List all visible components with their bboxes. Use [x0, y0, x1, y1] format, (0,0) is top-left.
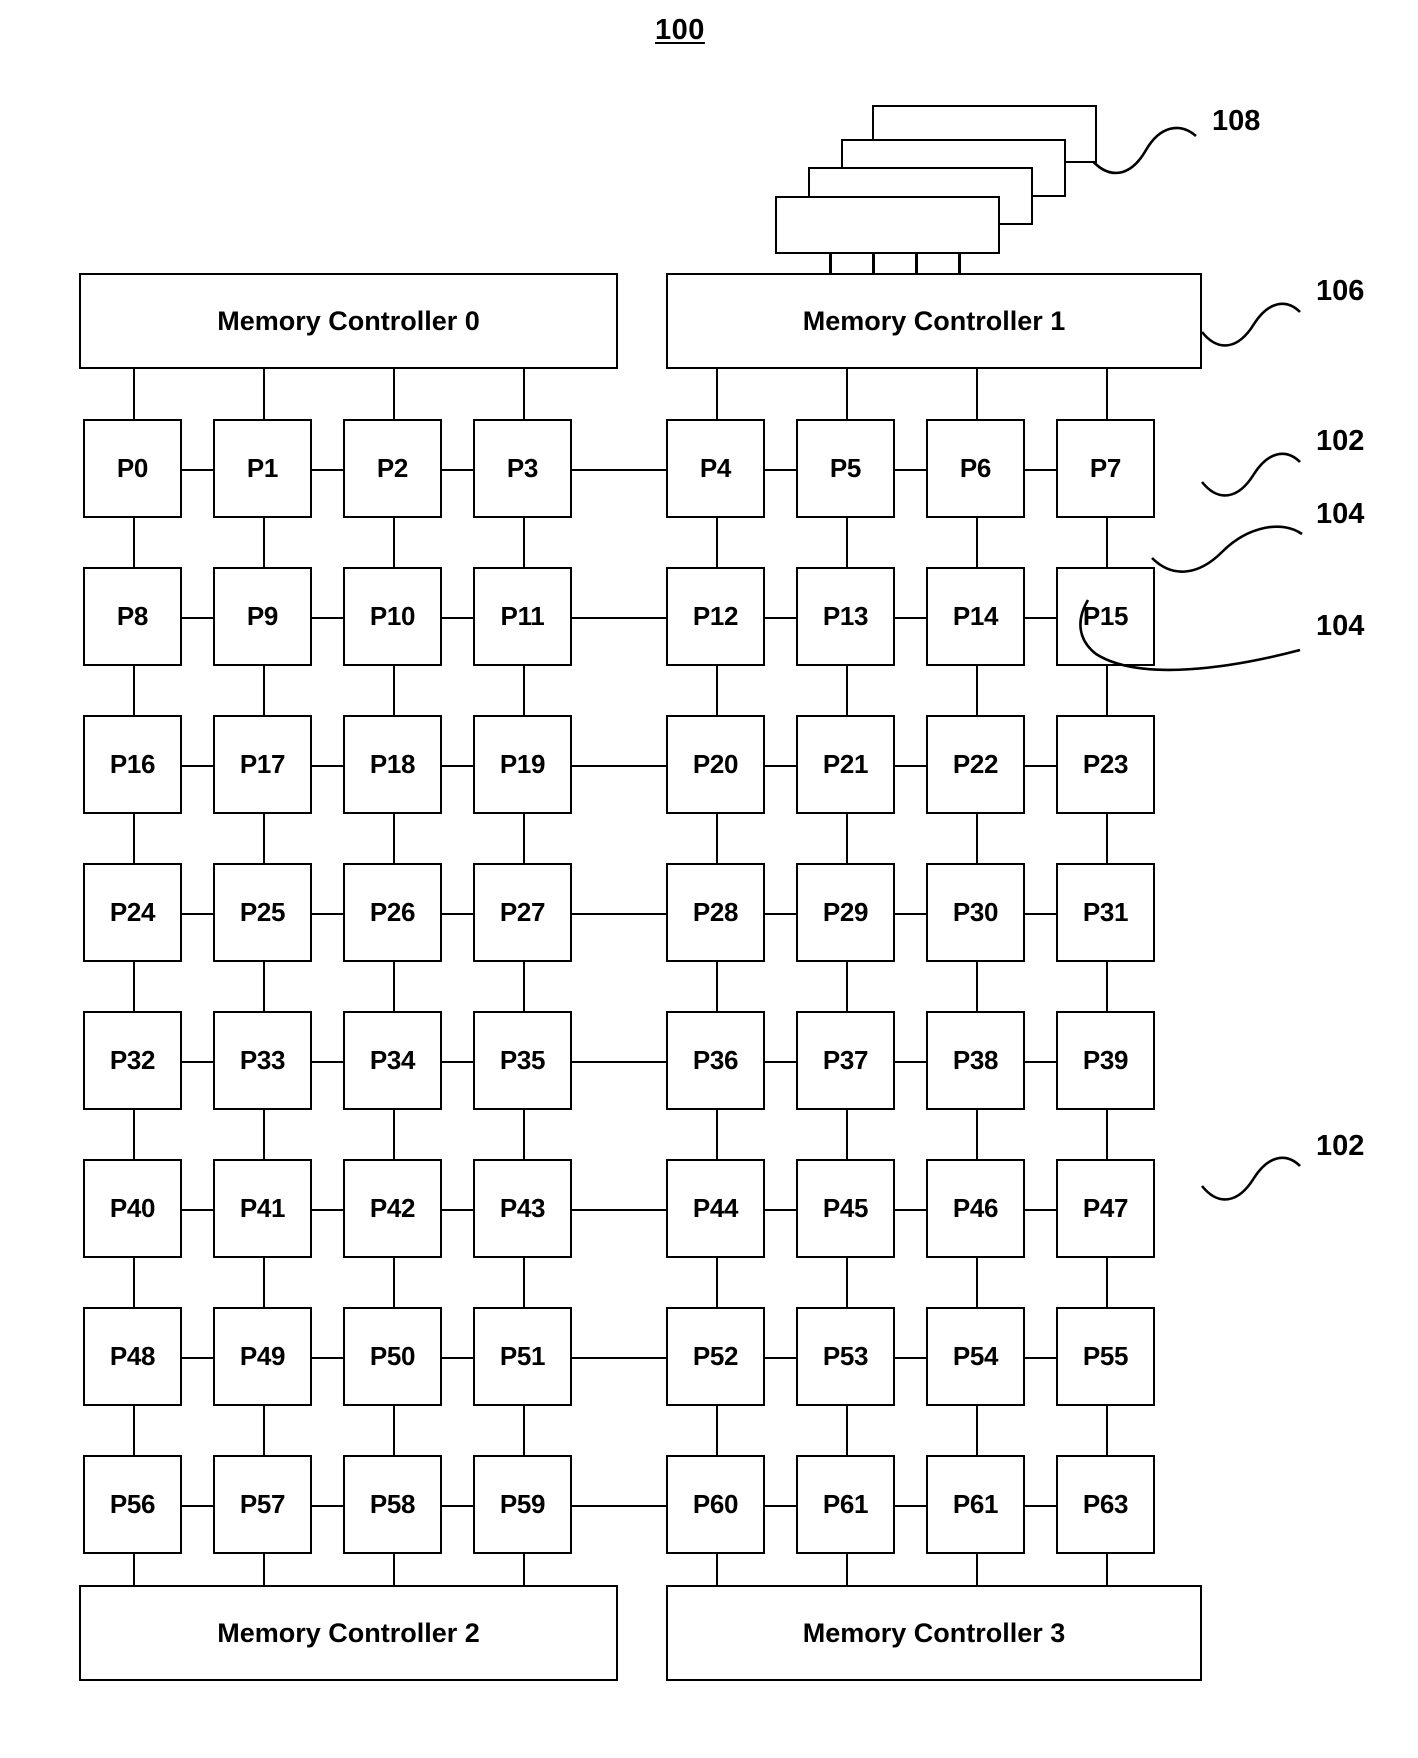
reference-leader-lines	[1079, 126, 1303, 1201]
reference-numeral-104-horizontal: 104	[1316, 610, 1365, 642]
memory-module-4	[775, 196, 1000, 254]
patent-figure-100: 100 Memory Controller 0 Memory Controller…	[0, 0, 1418, 1758]
reference-numeral-102-p47: 102	[1316, 1130, 1365, 1162]
reference-numeral-104-vertical: 104	[1316, 498, 1365, 530]
reference-numeral-102-p7: 102	[1316, 425, 1365, 457]
reference-numeral-108: 108	[1212, 105, 1261, 137]
reference-numeral-106: 106	[1316, 275, 1365, 307]
